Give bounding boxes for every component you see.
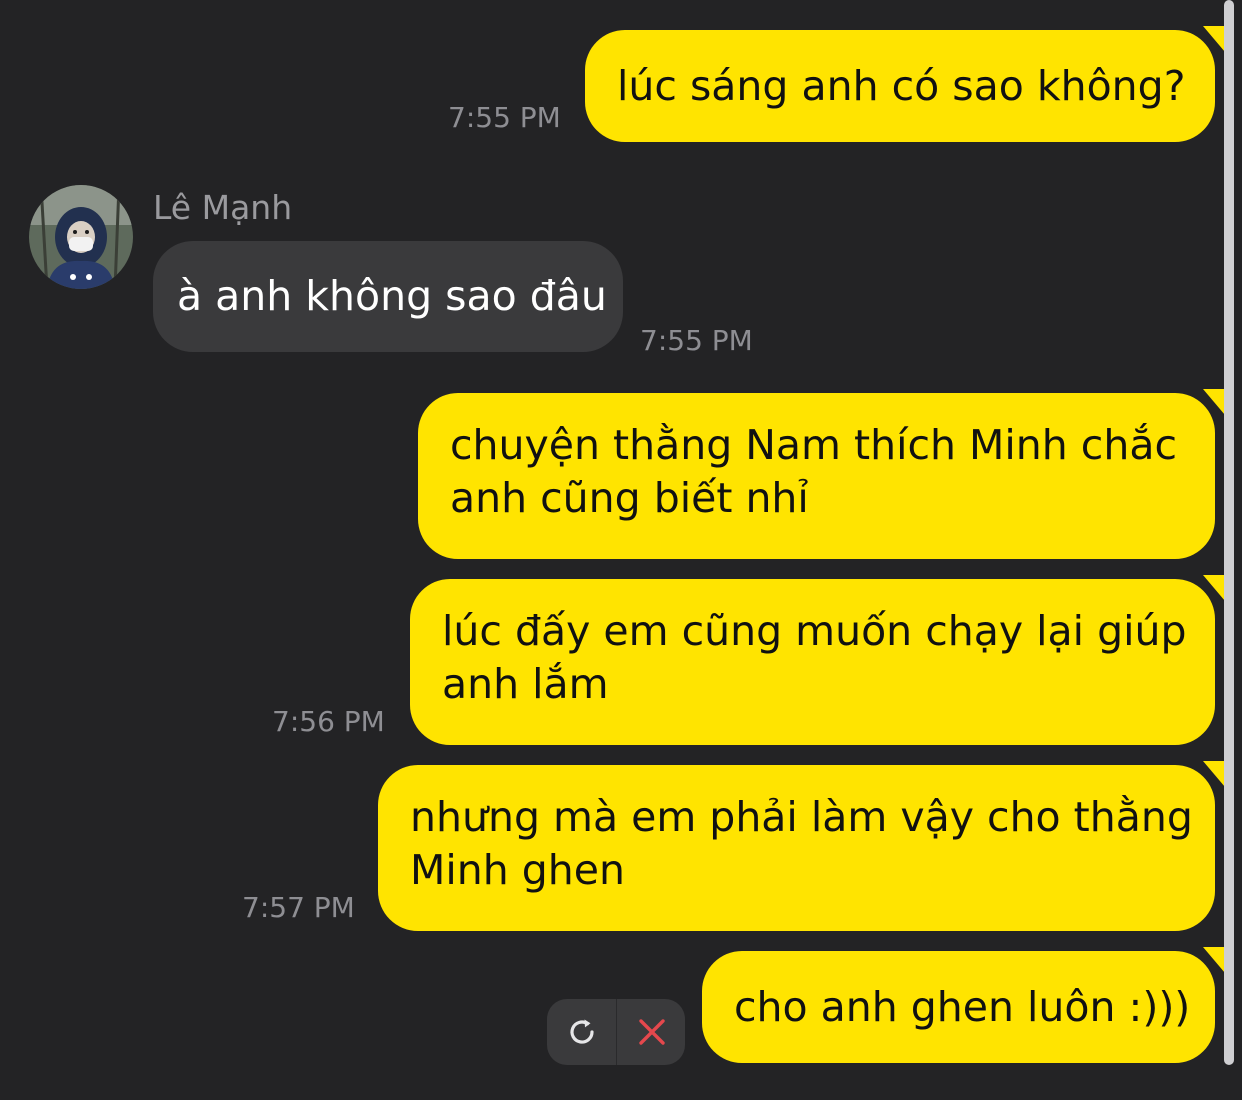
outgoing-message-bubble[interactable]: cho anh ghen luôn :))) [702,947,1225,1063]
avatar[interactable] [29,185,133,289]
outgoing-message-bubble[interactable]: lúc sáng anh có sao không? [585,26,1225,142]
message-text: lúc sáng anh có sao không? [617,61,1186,110]
bubble-tail [1203,26,1225,52]
sender-name: Lê Mạnh [153,188,293,227]
cancel-send-button[interactable] [617,999,685,1065]
avatar-photo-icon [29,185,133,289]
bubble-tail [1203,761,1225,787]
outgoing-message-bubble[interactable]: lúc đấy em cũng muốn chạy lại giúp anh l… [410,575,1225,745]
message-timestamp: 7:56 PM [272,705,385,738]
message-text: chuyện thằng Nam thích Minh chắc anh cũn… [450,419,1177,525]
message-text: cho anh ghen luôn :))) [734,982,1191,1031]
close-icon [638,1019,665,1045]
message-line: anh lắm [442,660,609,708]
bubble-tail [1203,389,1225,415]
message-line: nhưng mà em phải làm vậy cho thằng [410,793,1193,841]
failed-message-actions [547,999,685,1065]
scrollbar[interactable] [1224,0,1234,1065]
bubble-tail [1203,575,1225,601]
message-timestamp: 7:55 PM [640,324,753,357]
outgoing-message-bubble[interactable]: nhưng mà em phải làm vậy cho thằng Minh … [378,761,1225,931]
refresh-icon [569,1019,594,1044]
message-text: lúc đấy em cũng muốn chạy lại giúp anh l… [442,605,1187,711]
message-line: Minh ghen [410,846,625,894]
message-timestamp: 7:55 PM [448,101,561,134]
outgoing-message-bubble[interactable]: chuyện thằng Nam thích Minh chắc anh cũn… [418,389,1225,559]
retry-button[interactable] [547,999,616,1065]
message-line: chuyện thằng Nam thích Minh chắc [450,421,1177,469]
bubble-tail [1203,947,1225,973]
message-line: anh cũng biết nhỉ [450,474,809,522]
message-text: nhưng mà em phải làm vậy cho thằng Minh … [410,791,1193,897]
incoming-message-bubble[interactable]: à anh không sao đâu [153,241,623,352]
message-text: à anh không sao đâu [177,272,607,320]
message-line: lúc đấy em cũng muốn chạy lại giúp [442,607,1187,655]
message-timestamp: 7:57 PM [242,891,355,924]
